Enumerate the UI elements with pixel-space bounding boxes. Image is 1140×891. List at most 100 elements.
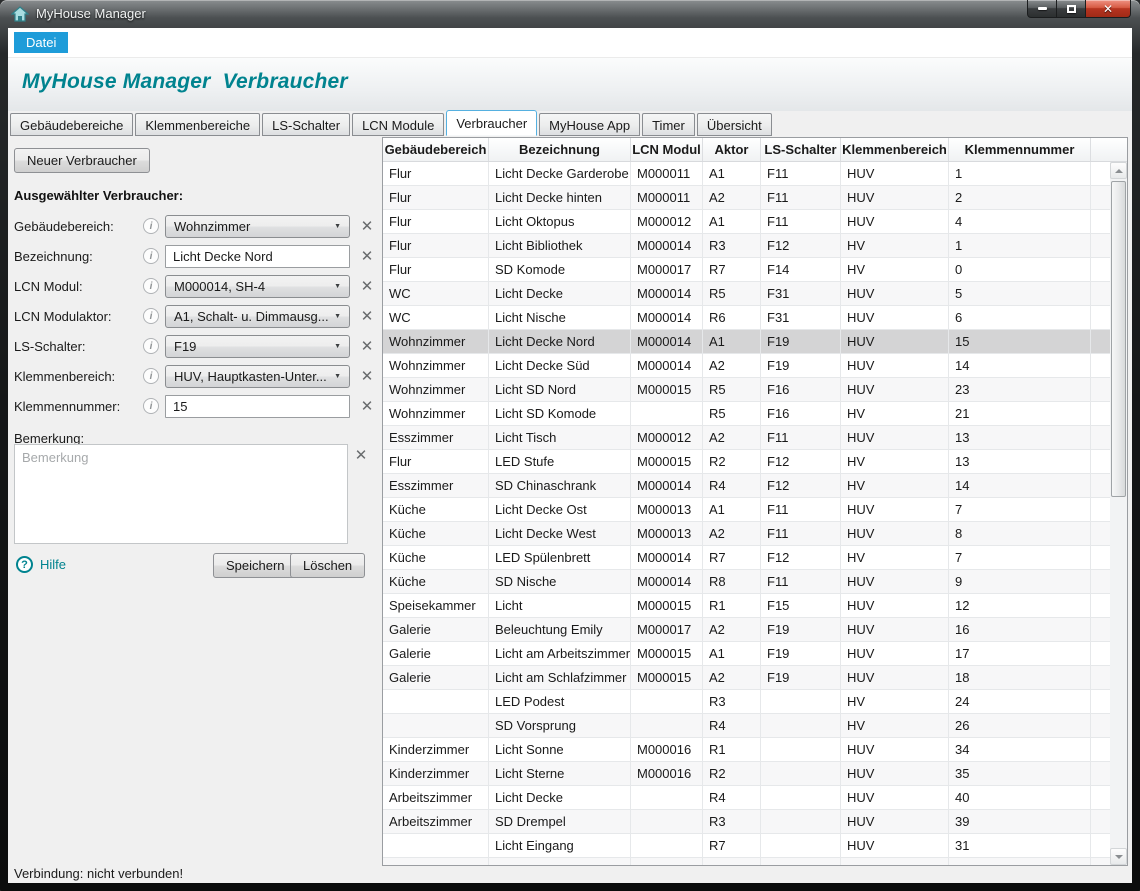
- section-title: Ausgewählter Verbraucher:: [14, 188, 183, 203]
- close-button[interactable]: ✕: [1085, 0, 1131, 18]
- clear-icon[interactable]: ✕: [358, 217, 376, 235]
- table-row[interactable]: KücheLED SpülenbrettM000014R7F12HV7: [383, 546, 1110, 570]
- gebaeudebereich-select[interactable]: Wohnzimmer ▼: [165, 215, 350, 238]
- scroll-down-button[interactable]: [1110, 848, 1127, 865]
- table-row[interactable]: WCLicht NischeM000014R6F31HUV6: [383, 306, 1110, 330]
- table-row[interactable]: KücheLicht Decke WestM000013A2F11HUV8: [383, 522, 1110, 546]
- table-row[interactable]: FlurLED StufeM000015R2F12HV13: [383, 450, 1110, 474]
- table-cell: HUV: [841, 570, 949, 593]
- info-icon[interactable]: i: [143, 338, 159, 354]
- table-row[interactable]: FlurLicht Decke hintenM000011A2F11HUV2: [383, 186, 1110, 210]
- tab-uebersicht[interactable]: Übersicht: [697, 113, 772, 136]
- klemmenbereich-select[interactable]: HUV, Hauptkasten-Unter... ▼: [165, 365, 350, 388]
- tab-timer[interactable]: Timer: [642, 113, 695, 136]
- table-row[interactable]: [383, 858, 1110, 865]
- table-row[interactable]: FlurLicht BibliothekM000014R3F12HV1: [383, 234, 1110, 258]
- info-icon[interactable]: i: [143, 248, 159, 264]
- delete-button[interactable]: Löschen: [290, 553, 365, 578]
- table-row[interactable]: GalerieLicht am ArbeitszimmerM000015A1F1…: [383, 642, 1110, 666]
- vertical-scrollbar[interactable]: [1110, 162, 1127, 865]
- table-row[interactable]: SpeisekammerLichtM000015R1F15HUV12: [383, 594, 1110, 618]
- tab-gebaeudebereiche[interactable]: Gebäudebereiche: [10, 113, 133, 136]
- tab-myhouse-app[interactable]: MyHouse App: [539, 113, 640, 136]
- table-row[interactable]: LED PodestR3HV24: [383, 690, 1110, 714]
- table-row[interactable]: KücheSD NischeM000014R8F11HUV9: [383, 570, 1110, 594]
- table-cell: R3: [703, 690, 761, 713]
- table-row[interactable]: FlurSD KomodeM000017R7F14HV0: [383, 258, 1110, 282]
- column-header[interactable]: Klemmennummer: [949, 138, 1091, 161]
- clear-icon[interactable]: ✕: [358, 247, 376, 265]
- scrollbar-thumb[interactable]: [1111, 181, 1126, 497]
- lcn-modul-select[interactable]: M000014, SH-4 ▼: [165, 275, 350, 298]
- help-link[interactable]: ? Hilfe: [16, 556, 66, 573]
- table-cell: [489, 858, 631, 865]
- window-title: MyHouse Manager: [36, 6, 146, 21]
- minimize-button[interactable]: [1027, 0, 1057, 18]
- table-row[interactable]: FlurLicht OktopusM000012A1F11HUV4: [383, 210, 1110, 234]
- bemerkung-textarea[interactable]: [14, 444, 348, 544]
- clear-icon[interactable]: ✕: [358, 397, 376, 415]
- tab-klemmenbereiche[interactable]: Klemmenbereiche: [135, 113, 260, 136]
- table-row[interactable]: WohnzimmerLicht SD KomodeR5F16HV21: [383, 402, 1110, 426]
- table-cell: M000015: [631, 450, 703, 473]
- table-cell: HUV: [841, 426, 949, 449]
- clear-icon[interactable]: ✕: [358, 277, 376, 295]
- table-cell: HUV: [841, 642, 949, 665]
- table-cell: 1: [949, 234, 1091, 257]
- table-row[interactable]: Licht EingangR7HUV31: [383, 834, 1110, 858]
- table-cell: [631, 402, 703, 425]
- table-cell: F19: [761, 354, 841, 377]
- clear-icon[interactable]: ✕: [358, 307, 376, 325]
- table-cell: HUV: [841, 738, 949, 761]
- table-row[interactable]: KinderzimmerLicht SterneM000016R2HUV35: [383, 762, 1110, 786]
- clear-icon[interactable]: ✕: [358, 367, 376, 385]
- table-row[interactable]: EsszimmerSD ChinaschrankM000014R4F12HV14: [383, 474, 1110, 498]
- table-cell-filler: [1091, 858, 1110, 865]
- arrow-down-icon: [1115, 855, 1123, 859]
- table-row[interactable]: ArbeitszimmerSD DrempelR3HUV39: [383, 810, 1110, 834]
- column-header[interactable]: Aktor: [703, 138, 761, 161]
- table-row[interactable]: WohnzimmerLicht Decke NordM000014A1F19HU…: [383, 330, 1110, 354]
- klemmennummer-input[interactable]: [165, 395, 350, 418]
- lcn-modulaktor-select[interactable]: A1, Schalt- u. Dimmausg... ▼: [165, 305, 350, 328]
- tab-ls-schalter[interactable]: LS-Schalter: [262, 113, 350, 136]
- save-button[interactable]: Speichern: [213, 553, 298, 578]
- column-header[interactable]: LCN Modul: [631, 138, 703, 161]
- maximize-button[interactable]: [1057, 0, 1085, 18]
- table-cell: [631, 858, 703, 865]
- clear-icon[interactable]: ✕: [358, 337, 376, 355]
- table-cell: M000014: [631, 354, 703, 377]
- tab-lcn-module[interactable]: LCN Module: [352, 113, 444, 136]
- ls-schalter-select[interactable]: F19 ▼: [165, 335, 350, 358]
- table-row[interactable]: SD VorsprungR4HV26: [383, 714, 1110, 738]
- table-cell: [631, 786, 703, 809]
- table-row[interactable]: ArbeitszimmerLicht DeckeR4HUV40: [383, 786, 1110, 810]
- table-row[interactable]: EsszimmerLicht TischM000012A2F11HUV13: [383, 426, 1110, 450]
- bezeichnung-input[interactable]: [165, 245, 350, 268]
- table-row[interactable]: WohnzimmerLicht Decke SüdM000014A2F19HUV…: [383, 354, 1110, 378]
- column-header[interactable]: Gebäudebereich: [383, 138, 489, 161]
- info-icon[interactable]: i: [143, 218, 159, 234]
- table-row[interactable]: GalerieLicht am SchlafzimmerM000015A2F19…: [383, 666, 1110, 690]
- tab-verbraucher[interactable]: Verbraucher: [446, 110, 537, 136]
- menu-item-datei[interactable]: Datei: [14, 32, 68, 53]
- scroll-up-button[interactable]: [1110, 162, 1127, 179]
- table-row[interactable]: WCLicht DeckeM000014R5F31HUV5: [383, 282, 1110, 306]
- select-value: F19: [174, 339, 330, 354]
- info-icon[interactable]: i: [143, 278, 159, 294]
- new-verbraucher-button[interactable]: Neuer Verbraucher: [14, 148, 150, 173]
- table-row[interactable]: KücheLicht Decke OstM000013A1F11HUV7: [383, 498, 1110, 522]
- info-icon[interactable]: i: [143, 368, 159, 384]
- table-row[interactable]: GalerieBeleuchtung EmilyM000017A2F19HUV1…: [383, 618, 1110, 642]
- field-label: Gebäudebereich:: [14, 214, 114, 239]
- clear-icon[interactable]: ✕: [352, 446, 370, 464]
- column-header[interactable]: Bezeichnung: [489, 138, 631, 161]
- column-header[interactable]: Klemmenbereich: [841, 138, 949, 161]
- table-row[interactable]: FlurLicht Decke GarderobeM000011A1F11HUV…: [383, 162, 1110, 186]
- table-row[interactable]: KinderzimmerLicht SonneM000016R1HUV34: [383, 738, 1110, 762]
- table-row[interactable]: WohnzimmerLicht SD NordM000015R5F16HUV23: [383, 378, 1110, 402]
- info-icon[interactable]: i: [143, 398, 159, 414]
- info-icon[interactable]: i: [143, 308, 159, 324]
- column-header[interactable]: LS-Schalter: [761, 138, 841, 161]
- help-icon: ?: [16, 556, 33, 573]
